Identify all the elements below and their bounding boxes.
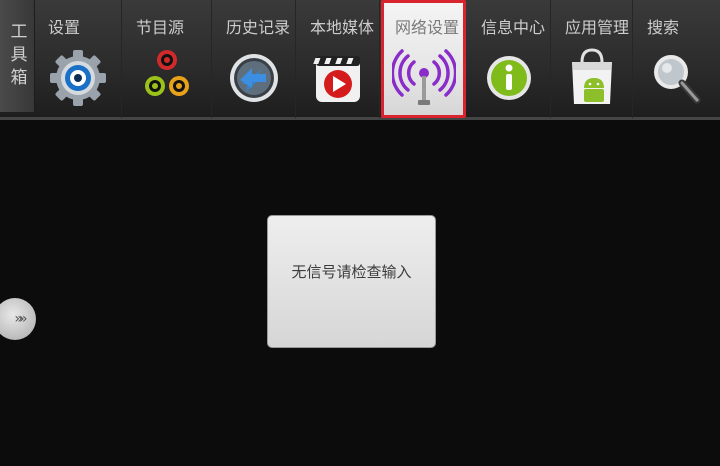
info-icon bbox=[486, 56, 531, 100]
tool-network-settings-label: 网络设置 bbox=[395, 18, 460, 37]
antenna-icon bbox=[391, 49, 456, 105]
no-signal-message-box: 无信号请检查输入 bbox=[267, 215, 436, 348]
tool-program-source[interactable]: 节目源 bbox=[122, 0, 212, 118]
tool-network-settings[interactable]: 网络设置 bbox=[381, 0, 466, 118]
no-signal-message: 无信号请检查输入 bbox=[291, 263, 412, 281]
android-bag-icon bbox=[571, 48, 612, 104]
source-dots-icon bbox=[144, 50, 189, 96]
tool-history[interactable]: 历史记录 bbox=[212, 0, 296, 118]
gear-icon bbox=[49, 50, 106, 106]
toolbox-label: 工具箱 bbox=[6, 21, 27, 91]
toolbox-tab[interactable]: 工具箱 bbox=[0, 0, 35, 112]
toolbar: 工具箱 设置 节目源 历史记录 本地媒体 网络设置 信息中心 应用管理 搜索 bbox=[0, 0, 720, 120]
expand-arrows-icon: »» bbox=[14, 311, 27, 327]
tool-local-media-label: 本地媒体 bbox=[310, 18, 375, 37]
tool-info-center[interactable]: 信息中心 bbox=[467, 0, 551, 118]
tool-info-center-label: 信息中心 bbox=[481, 18, 546, 37]
tool-settings-label: 设置 bbox=[48, 18, 81, 37]
tool-search-label: 搜索 bbox=[647, 18, 680, 37]
tool-local-media[interactable]: 本地媒体 bbox=[296, 0, 380, 118]
tool-app-management-label: 应用管理 bbox=[565, 18, 630, 37]
tool-history-label: 历史记录 bbox=[226, 18, 291, 37]
search-icon bbox=[653, 55, 700, 104]
history-icon bbox=[229, 54, 278, 102]
expand-button[interactable]: »» bbox=[0, 298, 36, 340]
tool-settings[interactable]: 设置 bbox=[34, 0, 122, 118]
media-play-icon bbox=[312, 56, 360, 102]
tool-program-source-label: 节目源 bbox=[136, 18, 185, 37]
tool-search[interactable]: 搜索 bbox=[633, 0, 720, 118]
tool-app-management[interactable]: 应用管理 bbox=[551, 0, 633, 118]
